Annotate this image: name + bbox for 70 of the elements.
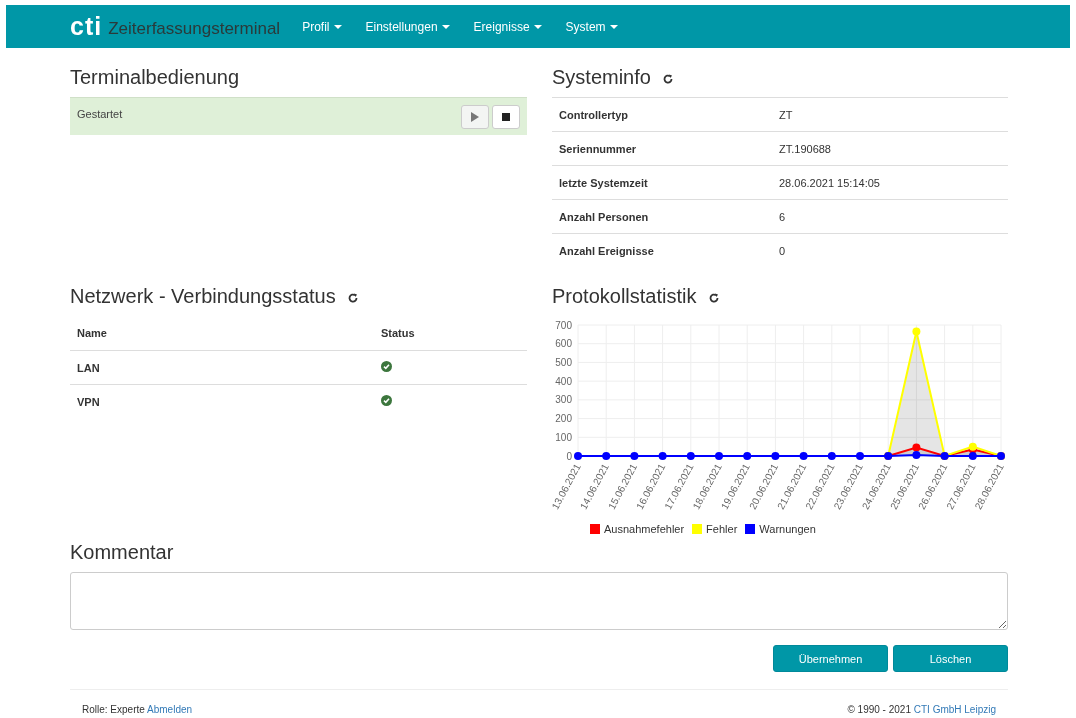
data-point xyxy=(686,452,695,460)
axis-label: 200 xyxy=(555,413,572,425)
data-point xyxy=(771,452,780,460)
column-header: Status xyxy=(374,316,527,351)
data-point xyxy=(658,452,667,460)
nav-menu[interactable]: System xyxy=(553,19,630,34)
table-cell: 0 xyxy=(772,233,1008,267)
section-heading: Kommentar xyxy=(70,540,175,564)
table-cell: ZT.190688 xyxy=(772,131,1008,166)
start-button[interactable] xyxy=(461,105,489,129)
section-heading: Netzwerk - Verbindungsstatus xyxy=(70,284,336,308)
caret-icon xyxy=(609,24,618,29)
role-text: Rolle: Experte xyxy=(82,704,145,715)
legend-label: Ausnahmefehler xyxy=(604,523,685,535)
section-heading: Protokollstatistik xyxy=(552,284,697,308)
data-point xyxy=(574,452,582,460)
data-point xyxy=(912,451,921,460)
table-cell: Seriennummer xyxy=(552,131,772,166)
nav-menu[interactable]: Ereignisse xyxy=(461,19,554,34)
legend-label: Warnungen xyxy=(759,523,816,535)
data-point xyxy=(912,327,921,336)
data-point xyxy=(799,452,808,460)
axis-label: 0 xyxy=(566,450,572,462)
axis-label: 100 xyxy=(555,431,572,443)
refresh-icon[interactable] xyxy=(347,292,358,303)
app-title: Zeiterfassungsterminal xyxy=(108,17,281,39)
play-icon xyxy=(471,112,479,122)
axis-label: 600 xyxy=(555,338,572,350)
table-cell: LAN xyxy=(70,350,374,385)
nav-menu[interactable]: Einstellungen xyxy=(353,19,462,34)
table-cell: ZT xyxy=(772,97,1008,132)
refresh-icon[interactable] xyxy=(662,73,673,84)
copyright-text: © 1990 - 2021 xyxy=(847,704,911,715)
logout-link[interactable]: Abmelden xyxy=(147,704,193,715)
table-cell: VPN xyxy=(70,384,374,418)
legend-label: Fehler xyxy=(706,523,738,535)
caret-icon xyxy=(441,24,450,29)
table-cell: Anzahl Personen xyxy=(552,199,772,234)
data-point xyxy=(912,443,921,452)
data-point xyxy=(602,452,611,460)
axis-label: 300 xyxy=(555,394,572,406)
caret-icon xyxy=(333,24,342,29)
comment-field[interactable] xyxy=(70,572,1008,630)
stop-button[interactable] xyxy=(492,105,520,129)
company-link[interactable]: CTI GmbH Leipzig xyxy=(913,704,996,715)
table-cell: 28.06.2021 15:14:05 xyxy=(772,165,1008,200)
axis-label: 700 xyxy=(555,319,572,331)
table-cell: 6 xyxy=(772,199,1008,234)
action-button[interactable]: Übernehmen xyxy=(773,645,888,672)
table-cell: Anzahl Ereignisse xyxy=(552,233,772,267)
data-point xyxy=(715,452,723,460)
action-button[interactable]: Löschen xyxy=(893,645,1008,672)
stop-icon xyxy=(502,113,510,121)
data-point xyxy=(743,452,752,460)
data-point xyxy=(968,442,977,451)
caret-icon xyxy=(533,24,542,29)
nav-menu[interactable]: Profil xyxy=(290,19,354,34)
logo[interactable]: cti xyxy=(70,12,103,41)
table-cell: letzte Systemzeit xyxy=(552,165,772,200)
table-cell: Controllertyp xyxy=(552,97,772,132)
data-point xyxy=(856,452,864,460)
refresh-icon[interactable] xyxy=(708,292,719,303)
data-point xyxy=(827,452,836,460)
section-heading: Terminalbedienung xyxy=(70,65,240,89)
status-text: Gestartet xyxy=(77,108,123,120)
data-point xyxy=(630,452,639,460)
axis-label: 400 xyxy=(555,375,572,387)
axis-label: 500 xyxy=(555,356,572,368)
section-heading: Systeminfo xyxy=(552,65,651,89)
column-header: Name xyxy=(70,316,374,351)
